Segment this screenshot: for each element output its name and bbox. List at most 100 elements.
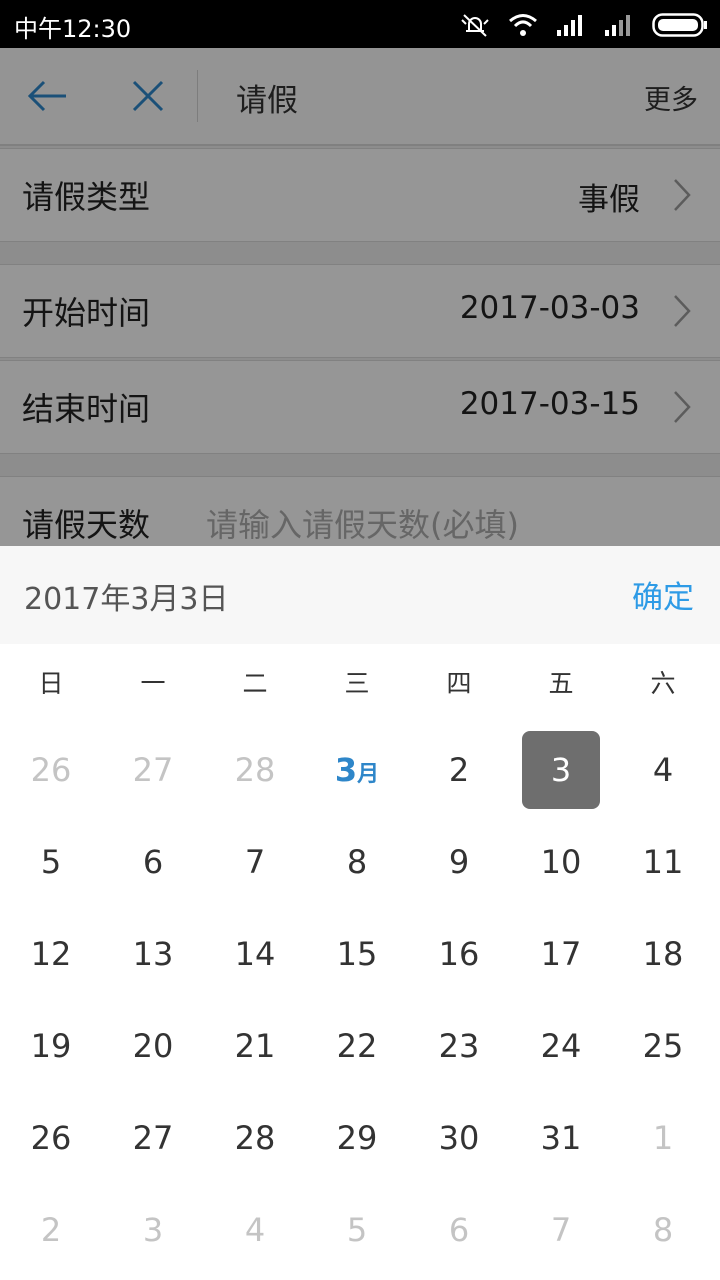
signal-icon-2 — [605, 15, 630, 36]
day-number: 4 — [652, 751, 674, 789]
day-number: 22 — [336, 1027, 378, 1065]
calendar-day[interactable]: 21 — [204, 1000, 306, 1092]
calendar-day[interactable]: 13 — [102, 908, 204, 1000]
status-icons — [460, 12, 708, 38]
day-number: 8 — [652, 1211, 674, 1249]
battery-icon — [652, 13, 707, 37]
day-number: 4 — [244, 1211, 266, 1249]
day-number: 11 — [642, 843, 684, 881]
day-number: 13 — [132, 935, 174, 973]
calendar-day[interactable]: 26 — [0, 1092, 102, 1184]
day-number: 2 — [40, 1211, 62, 1249]
day-number: 31 — [540, 1119, 582, 1157]
day-number: 7 — [550, 1211, 572, 1249]
weekday-label: 三 — [344, 669, 370, 698]
day-number: 28 — [234, 751, 276, 789]
calendar-day[interactable]: 22 — [306, 1000, 408, 1092]
calendar-day[interactable]: 5 — [0, 816, 102, 908]
day-number: 3 — [550, 751, 572, 789]
calendar-day[interactable]: 25 — [612, 1000, 714, 1092]
day-number: 8 — [346, 843, 368, 881]
calendar-day[interactable]: 24 — [510, 1000, 612, 1092]
calendar-day-other-month[interactable]: 1 — [612, 1092, 714, 1184]
calendar-day-other-month[interactable]: 26 — [0, 724, 102, 816]
calendar-day-other-month[interactable]: 4 — [204, 1184, 306, 1276]
day-number: 29 — [336, 1119, 378, 1157]
day-number: 5 — [40, 843, 62, 881]
calendar-day-other-month[interactable]: 2 — [0, 1184, 102, 1276]
calendar-day[interactable]: 14 — [204, 908, 306, 1000]
day-number: 23 — [438, 1027, 480, 1065]
status-time: 中午12:30 — [14, 15, 132, 43]
calendar-day[interactable]: 17 — [510, 908, 612, 1000]
day-number: 6 — [142, 843, 164, 881]
day-number: 16 — [438, 935, 480, 973]
day-number: 27 — [132, 751, 174, 789]
dim-overlay[interactable] — [0, 48, 720, 546]
calendar-day[interactable]: 15 — [306, 908, 408, 1000]
calendar-day[interactable]: 28 — [204, 1092, 306, 1184]
day-number: 12 — [30, 935, 72, 973]
signal-icon — [557, 15, 582, 36]
calendar-day-selected[interactable]: 3 — [510, 724, 612, 816]
calendar-day-other-month[interactable]: 6 — [408, 1184, 510, 1276]
weekday-label: 二 — [242, 669, 268, 698]
calendar-day[interactable]: 4 — [612, 724, 714, 816]
calendar-day-month-start[interactable]: 3月 — [306, 724, 408, 816]
confirm-button[interactable]: 确定 — [632, 572, 694, 617]
day-number: 24 — [540, 1027, 582, 1065]
calendar-day[interactable]: 7 — [204, 816, 306, 908]
calendar-day-other-month[interactable]: 27 — [102, 724, 204, 816]
day-number: 21 — [234, 1027, 276, 1065]
day-number: 14 — [234, 935, 276, 973]
day-number: 5 — [346, 1211, 368, 1249]
weekday-label: 六 — [650, 669, 676, 698]
day-number: 2 — [448, 751, 470, 789]
calendar-day[interactable]: 8 — [306, 816, 408, 908]
day-number: 9 — [448, 843, 470, 881]
status-bar: 中午12:30 — [0, 0, 720, 48]
calendar-day[interactable]: 6 — [102, 816, 204, 908]
calendar-day-other-month[interactable]: 7 — [510, 1184, 612, 1276]
weekday-label: 日 — [38, 669, 64, 698]
mute-bell-icon — [461, 14, 489, 37]
calendar-day-other-month[interactable]: 3 — [102, 1184, 204, 1276]
day-number: 1 — [652, 1119, 674, 1157]
calendar-day[interactable]: 20 — [102, 1000, 204, 1092]
day-number: 15 — [336, 935, 378, 973]
day-number: 6 — [448, 1211, 470, 1249]
calendar-day[interactable]: 11 — [612, 816, 714, 908]
day-number: 3 — [142, 1211, 164, 1249]
wifi-icon — [509, 14, 537, 36]
calendar-day[interactable]: 2 — [408, 724, 510, 816]
date-picker: 2017年3月3日 确定 日一二三四五六 26 27 28 3月 2 3 4 5 6 7 8 9 10 1… — [0, 546, 720, 1280]
day-number: 7 — [244, 843, 266, 881]
selected-date-text: 2017年3月3日 — [24, 582, 229, 617]
weekday-label: 一 — [140, 669, 166, 698]
calendar-day-other-month[interactable]: 28 — [204, 724, 306, 816]
day-number: 25 — [642, 1027, 684, 1065]
day-number: 20 — [132, 1027, 174, 1065]
day-number: 30 — [438, 1119, 480, 1157]
calendar-day[interactable]: 16 — [408, 908, 510, 1000]
day-number: 19 — [30, 1027, 72, 1065]
calendar-day[interactable]: 31 — [510, 1092, 612, 1184]
calendar-day[interactable]: 10 — [510, 816, 612, 908]
calendar-day[interactable]: 29 — [306, 1092, 408, 1184]
calendar-day[interactable]: 9 — [408, 816, 510, 908]
calendar-day[interactable]: 19 — [0, 1000, 102, 1092]
calendar-day-other-month[interactable]: 5 — [306, 1184, 408, 1276]
day-number: 10 — [540, 843, 582, 881]
weekday-label: 四 — [446, 669, 472, 698]
calendar-day[interactable]: 12 — [0, 908, 102, 1000]
date-picker-header: 2017年3月3日 确定 — [0, 546, 720, 644]
calendar-day-other-month[interactable]: 8 — [612, 1184, 714, 1276]
calendar-day[interactable]: 27 — [102, 1092, 204, 1184]
day-number: 26 — [30, 751, 72, 789]
calendar-day[interactable]: 30 — [408, 1092, 510, 1184]
day-number: 17 — [540, 935, 582, 973]
calendar-day[interactable]: 18 — [612, 908, 714, 1000]
calendar-day[interactable]: 23 — [408, 1000, 510, 1092]
day-number: 26 — [30, 1119, 72, 1157]
day-number: 18 — [642, 935, 684, 973]
